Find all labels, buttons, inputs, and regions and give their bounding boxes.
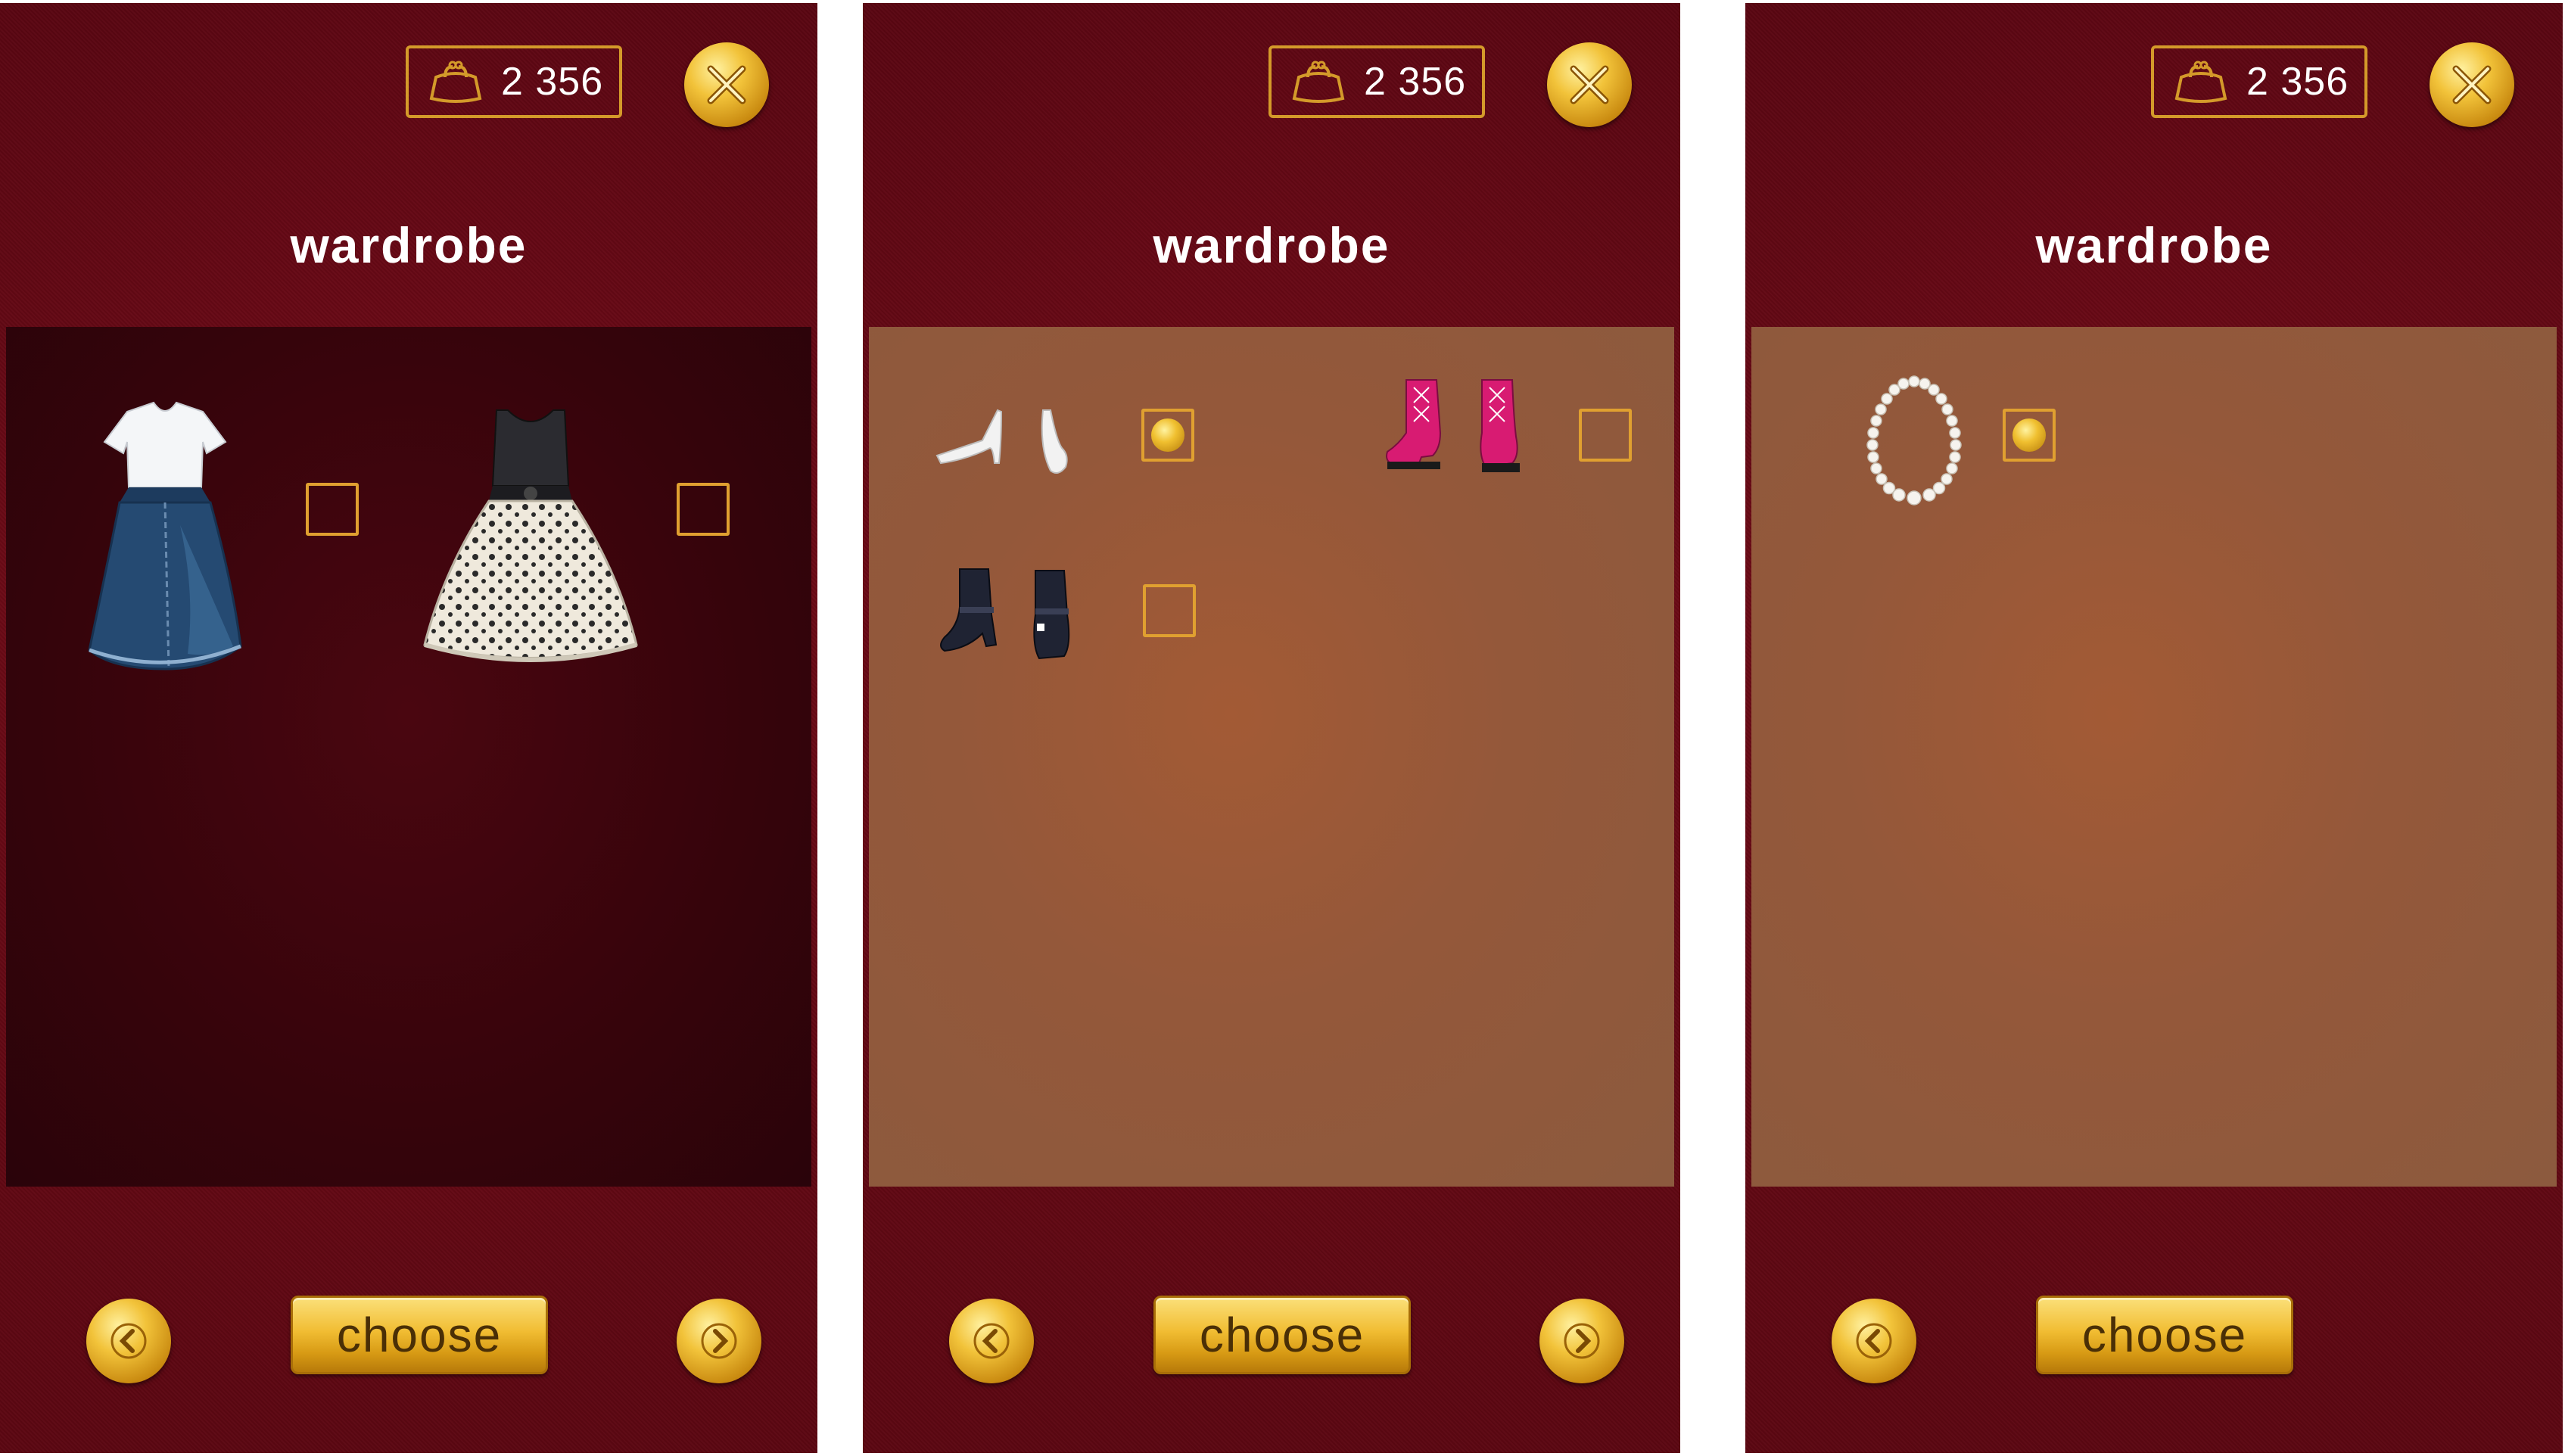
prev-button[interactable] (1832, 1299, 1916, 1383)
selected-indicator (2012, 418, 2046, 452)
page-title: wardrobe (290, 217, 528, 273)
select-checkbox-white-heels[interactable] (1141, 409, 1194, 462)
chevron-right-icon (1564, 1323, 1600, 1359)
wardrobe-screen-3: 2 356 wardrobe choose (1745, 3, 2563, 1453)
wardrobe-screen-1: 2 356 wardrobe choose (0, 3, 817, 1453)
page-title: wardrobe (1153, 217, 1390, 273)
items-panel (6, 327, 811, 1187)
accessory-item-pearl-necklace[interactable] (1857, 372, 1971, 516)
items-panel (869, 327, 1674, 1187)
chevron-left-icon (973, 1323, 1010, 1359)
pearl-necklace-icon (1866, 375, 1962, 506)
shoe-item-pink-boots[interactable] (1376, 372, 1535, 478)
purse-icon (2174, 61, 2227, 103)
coin-count: 2 356 (501, 60, 604, 104)
chevron-right-icon (701, 1323, 737, 1359)
select-checkbox-black-boots[interactable] (1143, 584, 1196, 637)
select-checkbox-pearl-necklace[interactable] (2003, 409, 2056, 462)
close-button[interactable] (2430, 42, 2514, 127)
outfit-item-denim[interactable] (82, 397, 248, 684)
close-icon (2452, 65, 2492, 104)
close-button[interactable] (1547, 42, 1632, 127)
choose-button[interactable]: choose (1153, 1296, 1411, 1374)
coin-wallet: 2 356 (2151, 45, 2367, 118)
choose-button[interactable]: choose (2036, 1296, 2293, 1374)
close-button[interactable] (684, 42, 769, 127)
select-checkbox-polka-dress[interactable] (677, 483, 730, 536)
wardrobe-screen-2: 2 356 wardrobe choose (863, 3, 1680, 1453)
coin-wallet: 2 356 (406, 45, 622, 118)
chevron-left-icon (1856, 1323, 1892, 1359)
shoe-item-black-boots[interactable] (929, 562, 1088, 667)
purse-icon (1292, 61, 1345, 103)
items-panel (1751, 327, 2557, 1187)
coin-count: 2 356 (2246, 60, 2349, 104)
coin-count: 2 356 (1364, 60, 1467, 104)
polka-dot-dress-icon (423, 409, 638, 662)
selected-indicator (1151, 418, 1184, 452)
prev-button[interactable] (86, 1299, 171, 1383)
close-icon (707, 65, 746, 104)
pink-lace-up-boots-icon (1386, 379, 1520, 472)
outfit-item-polka-dress[interactable] (421, 403, 640, 675)
prev-button[interactable] (949, 1299, 1034, 1383)
next-button[interactable] (677, 1299, 761, 1383)
select-checkbox-pink-boots[interactable] (1579, 409, 1632, 462)
close-icon (1570, 65, 1609, 104)
coin-wallet: 2 356 (1268, 45, 1485, 118)
chevron-left-icon (111, 1323, 147, 1359)
shoe-item-white-heels[interactable] (929, 395, 1081, 478)
black-ankle-boots-icon (940, 568, 1070, 660)
select-checkbox-denim[interactable] (306, 483, 359, 536)
page-title: wardrobe (2035, 217, 2273, 273)
white-heels-icon (935, 409, 1068, 474)
next-button[interactable] (1539, 1299, 1624, 1383)
choose-button[interactable]: choose (291, 1296, 548, 1374)
purse-icon (429, 61, 482, 103)
denim-skirt-outfit-icon (88, 401, 242, 670)
